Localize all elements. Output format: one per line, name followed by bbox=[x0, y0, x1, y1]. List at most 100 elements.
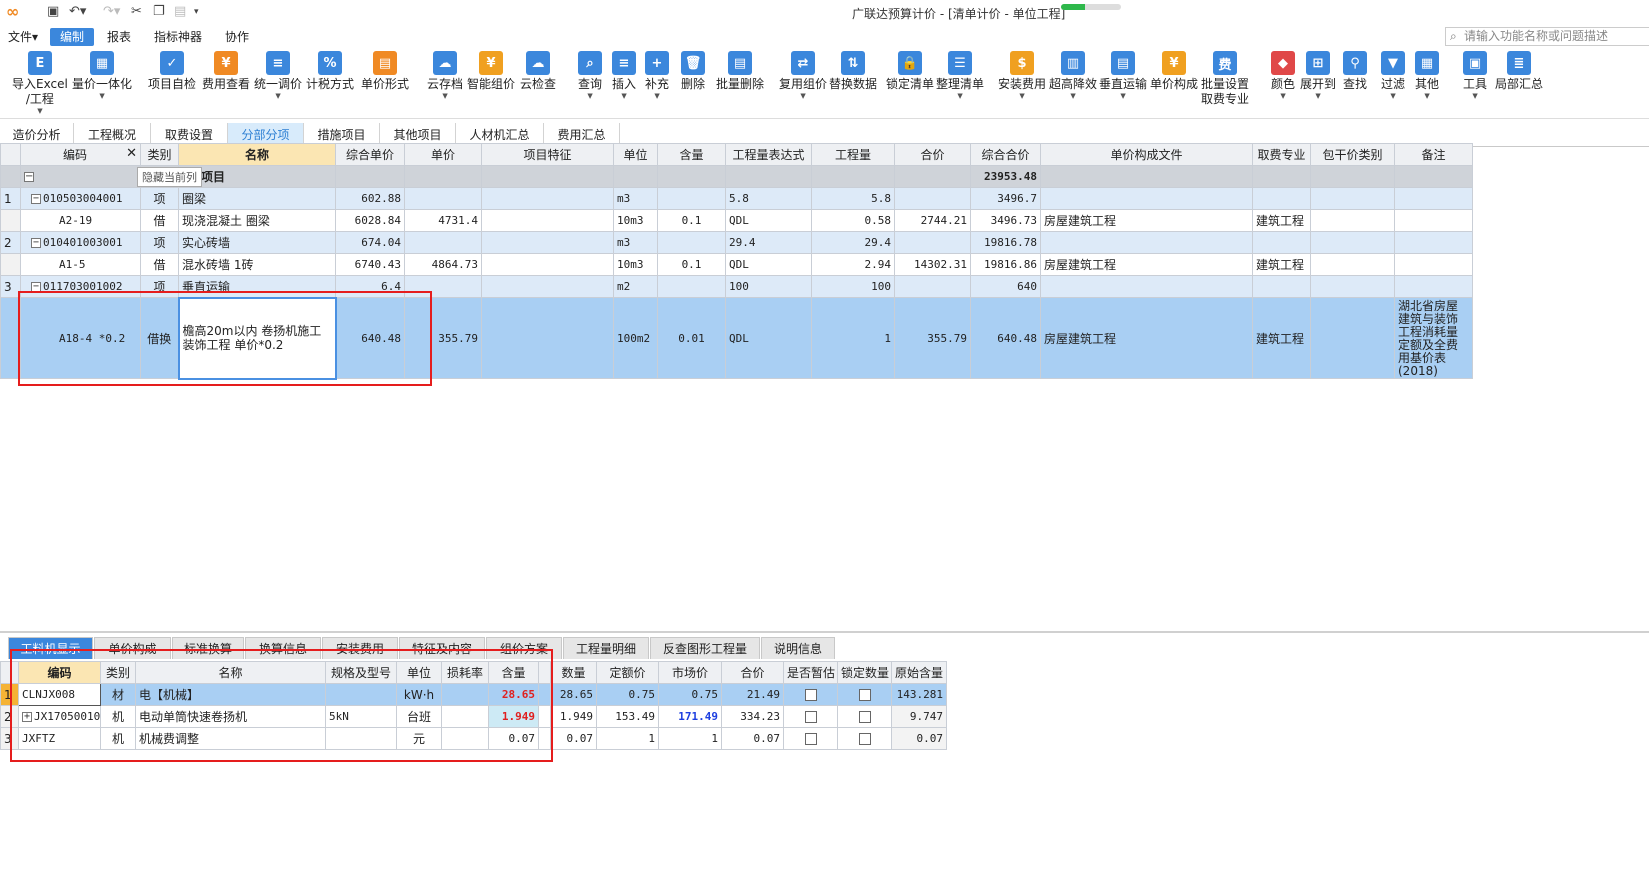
cell-res-market-price[interactable]: 0.75 bbox=[658, 683, 722, 706]
cell-total[interactable]: 2744.21 bbox=[894, 209, 971, 232]
cell-price-file[interactable] bbox=[1040, 187, 1253, 210]
col-header-price[interactable]: 单价 bbox=[404, 143, 482, 166]
res-header-code[interactable]: 编码 bbox=[18, 661, 101, 684]
cell-res-number[interactable]: 0.07 bbox=[550, 727, 597, 750]
collapse-icon[interactable]: − bbox=[31, 238, 41, 248]
quota-row[interactable]: A1-5 借混水砖墙 1砖 6740.43 4864.73 10m3 0.1 QDL 2.94… bbox=[0, 253, 1473, 276]
cell-price[interactable]: 355.79 bbox=[404, 297, 482, 379]
cell-res-code[interactable]: CLNJX008 bbox=[18, 683, 101, 706]
ribbon-button-install-fee[interactable]: $ 安装费用 ▼ bbox=[998, 51, 1046, 101]
cell-fee-specialty[interactable] bbox=[1252, 187, 1311, 210]
resource-row[interactable]: 3 JXFTZ 机机械费调整元 0.07 0.07 1 1 0.07 0.07 bbox=[0, 727, 947, 750]
cell-total[interactable] bbox=[894, 187, 971, 210]
row-number[interactable]: 3 bbox=[0, 275, 21, 298]
cell-fee-specialty[interactable]: 建筑工程 bbox=[1252, 209, 1311, 232]
cell-res-market-price[interactable]: 171.49 bbox=[658, 705, 722, 728]
ribbon-button-unit-price-composition[interactable]: ¥ 单价构成 bbox=[1150, 51, 1198, 92]
cell-remark[interactable] bbox=[1394, 253, 1473, 276]
ribbon-button-supplement[interactable]: + 补充 ▼ bbox=[645, 51, 669, 101]
cell-res-spec[interactable] bbox=[325, 683, 397, 706]
detail-tab-7[interactable]: 组价方案 bbox=[486, 637, 562, 659]
cell-res-code[interactable]: + JX17050010 bbox=[18, 705, 101, 728]
row-number[interactable]: 1 bbox=[0, 683, 19, 706]
cell-res-number[interactable]: 1.949 bbox=[550, 705, 597, 728]
cell-res-number[interactable]: 28.65 bbox=[550, 683, 597, 706]
cell-name[interactable]: 混水砖墙 1砖 bbox=[178, 253, 336, 276]
res-header-total[interactable]: 合价 bbox=[721, 661, 784, 684]
cell-price[interactable]: 4864.73 bbox=[404, 253, 482, 276]
ribbon-button-find[interactable]: ⚲ 查找 bbox=[1343, 51, 1367, 92]
ribbon-button-expand-to[interactable]: ⊞ 展开到 ▼ bbox=[1300, 51, 1336, 101]
cell-composite-price[interactable]: 6740.43 bbox=[335, 253, 405, 276]
cell-content[interactable] bbox=[657, 187, 726, 210]
detail-tab-8[interactable]: 工程量明细 bbox=[563, 637, 649, 659]
col-header-composite-total[interactable]: 综合合价 bbox=[970, 143, 1041, 166]
cut-icon[interactable]: ✂ bbox=[131, 4, 142, 19]
menu-indicator[interactable]: 指标神器 bbox=[148, 28, 208, 46]
cell-type[interactable]: 项 bbox=[140, 231, 179, 254]
col-header-unit[interactable]: 单位 bbox=[613, 143, 658, 166]
cell-name[interactable]: 现浇混凝土 圈梁 bbox=[178, 209, 336, 232]
row-number[interactable]: 2 bbox=[0, 231, 21, 254]
cell-res-lock-qty[interactable] bbox=[837, 705, 892, 728]
cell-name[interactable]: 实心砖墙 bbox=[178, 231, 336, 254]
cell-res-content[interactable]: 1.949 bbox=[488, 705, 539, 728]
cell-code[interactable]: A2-19 bbox=[20, 209, 141, 232]
res-header-name[interactable]: 名称 bbox=[135, 661, 326, 684]
undo-icon[interactable]: ↶▾ bbox=[69, 4, 86, 19]
res-header-number[interactable]: 数量 bbox=[550, 661, 597, 684]
cell-unit[interactable]: m3 bbox=[613, 187, 658, 210]
cell-feature[interactable] bbox=[481, 231, 614, 254]
cell-res-name[interactable]: 电动单筒快速卷扬机 bbox=[135, 705, 326, 728]
cell-name[interactable]: 垂直运输 bbox=[178, 275, 336, 298]
cell-content[interactable] bbox=[657, 231, 726, 254]
cell-quantity[interactable]: 5.8 bbox=[811, 187, 895, 210]
cell-remark[interactable] bbox=[1394, 209, 1473, 232]
ribbon-button-partial-summary[interactable]: ≣ 局部汇总 bbox=[1495, 51, 1543, 92]
ribbon-button-unified-price[interactable]: ≡ 统一调价 ▼ bbox=[254, 51, 302, 101]
cell-res-code[interactable]: JXFTZ bbox=[18, 727, 101, 750]
cell-feature[interactable] bbox=[481, 297, 614, 379]
col-header-total[interactable]: 合价 bbox=[894, 143, 971, 166]
ribbon-button-tool[interactable]: ▣ 工具 ▼ bbox=[1463, 51, 1487, 101]
ribbon-button-unit-price-form[interactable]: ▤ 单价形式 bbox=[361, 51, 409, 92]
cell-res-name[interactable]: 电【机械】 bbox=[135, 683, 326, 706]
resource-row[interactable]: 2 + JX17050010 机电动单筒快速卷扬机 5kN 台班 1.949 1.949 153… bbox=[0, 705, 947, 728]
ribbon-button-batch-delete[interactable]: ▤ 批量删除 bbox=[716, 51, 764, 92]
res-header-loss[interactable]: 损耗率 bbox=[441, 661, 489, 684]
cell-fee-specialty[interactable] bbox=[1252, 231, 1311, 254]
ribbon-button-vertical-transport[interactable]: ▤ 垂直运输 ▼ bbox=[1099, 51, 1147, 101]
cell-unit[interactable]: m3 bbox=[613, 231, 658, 254]
ribbon-button-smart-pricing[interactable]: ¥ 智能组价 bbox=[467, 51, 515, 92]
cell-composite-total[interactable]: 19816.86 bbox=[970, 253, 1041, 276]
res-header-market-price[interactable]: 市场价 bbox=[658, 661, 722, 684]
detail-tab-2[interactable]: 单价构成 bbox=[94, 637, 171, 659]
cell-code[interactable]: A18-4 *0.2 bbox=[20, 297, 141, 379]
col-header-remark[interactable]: 备注 bbox=[1394, 143, 1473, 166]
cell-quantity-expr[interactable]: 29.4 bbox=[725, 231, 812, 254]
ribbon-button-query[interactable]: ⌕ 查询 ▼ bbox=[578, 51, 602, 101]
col-header-content[interactable]: 含量 bbox=[657, 143, 726, 166]
col-header-code[interactable]: 编码 ✕ bbox=[20, 143, 141, 166]
cell-type[interactable]: 借 bbox=[140, 253, 179, 276]
cell-total[interactable]: 14302.31 bbox=[894, 253, 971, 276]
cell-feature[interactable] bbox=[481, 187, 614, 210]
cell-type[interactable]: 借 bbox=[140, 209, 179, 232]
ribbon-button-tax-method[interactable]: % 计税方式 bbox=[306, 51, 354, 92]
cell-remark[interactable] bbox=[1394, 187, 1473, 210]
res-header-provisional[interactable]: 是否暂估 bbox=[783, 661, 838, 684]
cell-composite-price[interactable]: 602.88 bbox=[335, 187, 405, 210]
cell-feature[interactable] bbox=[481, 275, 614, 298]
ribbon-button-quantity-price[interactable]: ▦ 量价一体化 ▼ bbox=[72, 51, 132, 101]
res-header-unit[interactable]: 单位 bbox=[396, 661, 442, 684]
detail-tab-9[interactable]: 反查图形工程量 bbox=[650, 637, 760, 659]
res-header-lock-qty[interactable]: 锁定数量 bbox=[837, 661, 892, 684]
cell-lump-type[interactable] bbox=[1310, 253, 1395, 276]
cell-price-file[interactable] bbox=[1040, 275, 1253, 298]
cell-res-total[interactable]: 334.23 bbox=[721, 705, 784, 728]
bill-item-row[interactable]: 1−010503004001 项圈梁 602.88 m3 5.8 5.8 3496.7 bbox=[0, 187, 1473, 210]
cell-res-unit[interactable]: 台班 bbox=[396, 705, 442, 728]
detail-tab-6[interactable]: 特征及内容 bbox=[399, 637, 485, 659]
cell-content[interactable]: 0.1 bbox=[657, 209, 726, 232]
expand-icon[interactable]: + bbox=[22, 712, 32, 722]
